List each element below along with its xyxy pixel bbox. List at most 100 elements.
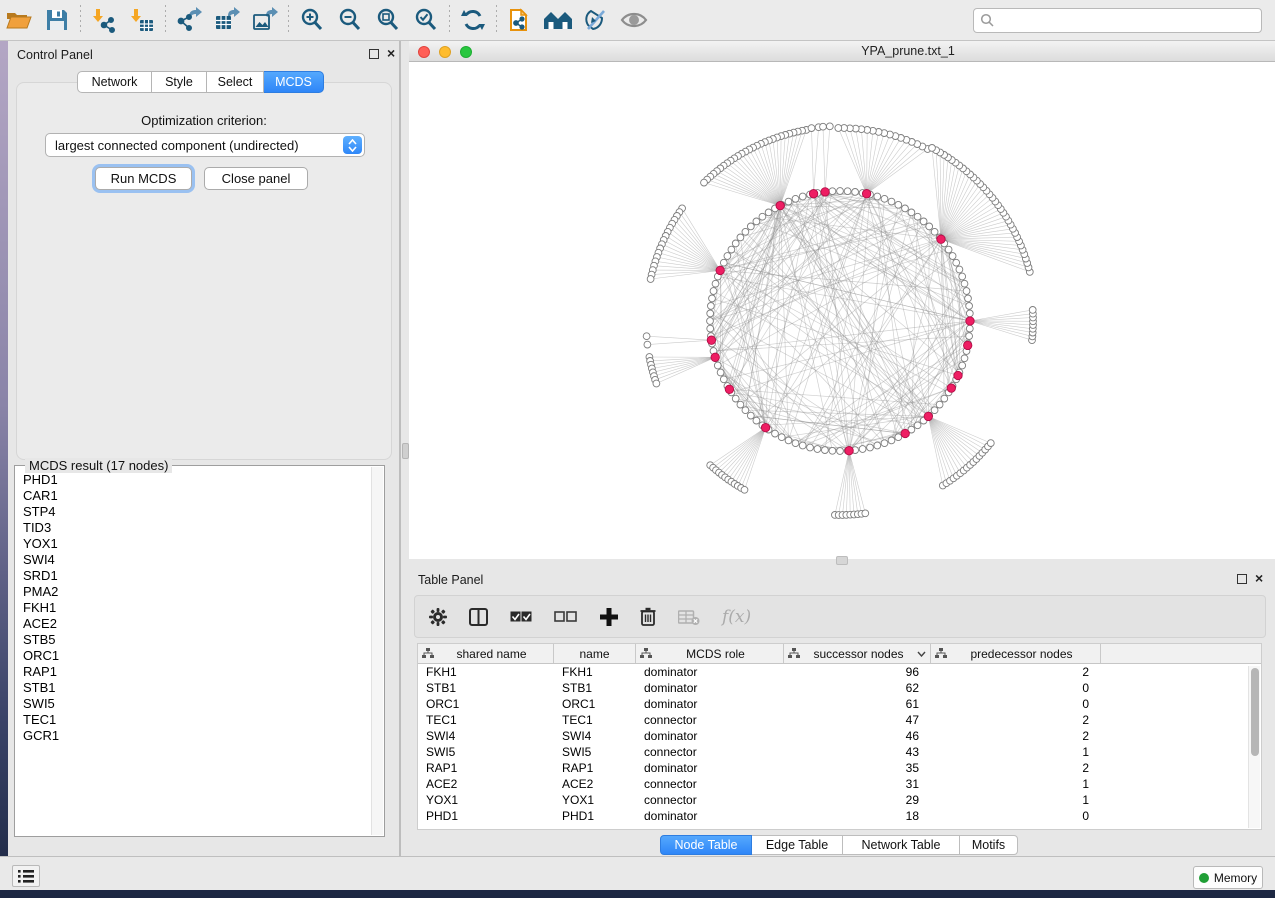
export-image-button[interactable] — [246, 3, 284, 37]
table-cell[interactable]: YOX1 — [418, 793, 554, 807]
graph-node[interactable] — [926, 223, 933, 230]
table-cell[interactable]: SWI4 — [418, 729, 554, 743]
graph-leaf-node[interactable] — [987, 440, 994, 447]
graph-node[interactable] — [792, 195, 799, 202]
table-cell[interactable]: 1 — [931, 777, 1101, 791]
graph-node[interactable] — [959, 362, 966, 369]
table-cell[interactable]: RAP1 — [554, 761, 636, 775]
table-cell[interactable]: ACE2 — [554, 777, 636, 791]
table-scrollbar[interactable] — [1248, 666, 1260, 828]
graph-node[interactable] — [709, 295, 716, 302]
mcds-result-item[interactable]: TID3 — [16, 520, 371, 536]
graph-node[interactable] — [737, 401, 744, 408]
graph-leaf-node[interactable] — [701, 179, 708, 186]
graph-node[interactable] — [941, 395, 948, 402]
table-cell[interactable]: TEC1 — [554, 713, 636, 727]
splitter-handle[interactable] — [836, 556, 848, 565]
graph-node[interactable] — [829, 447, 836, 454]
tab-motifs[interactable]: Motifs — [960, 835, 1018, 855]
graph-mcds-hub-node[interactable] — [954, 371, 962, 379]
table-cell[interactable]: connector — [636, 713, 784, 727]
graph-node[interactable] — [785, 198, 792, 205]
column-header-shared-name[interactable]: shared name — [418, 644, 554, 663]
graph-node[interactable] — [807, 444, 814, 451]
graph-node[interactable] — [792, 440, 799, 447]
column-header-mcds-role[interactable]: MCDS role — [636, 644, 784, 663]
graph-node[interactable] — [966, 310, 973, 317]
table-cell[interactable]: dominator — [636, 761, 784, 775]
graph-node[interactable] — [785, 437, 792, 444]
table-cell[interactable]: 46 — [784, 729, 931, 743]
graph-mcds-hub-node[interactable] — [776, 201, 784, 209]
add-column-button[interactable] — [600, 608, 618, 626]
table-cell[interactable]: 0 — [931, 681, 1101, 695]
table-cell[interactable]: ORC1 — [554, 697, 636, 711]
graph-node[interactable] — [710, 288, 717, 295]
save-session-button[interactable] — [38, 3, 76, 37]
graph-node[interactable] — [799, 193, 806, 200]
table-cell[interactable]: FKH1 — [418, 665, 554, 679]
graph-node[interactable] — [778, 434, 785, 441]
table-cell[interactable]: connector — [636, 745, 784, 759]
table-cell[interactable]: 1 — [931, 793, 1101, 807]
tab-edge-table[interactable]: Edge Table — [752, 835, 843, 855]
table-cell[interactable]: 61 — [784, 697, 931, 711]
graph-leaf-node[interactable] — [826, 123, 833, 130]
graph-node[interactable] — [936, 401, 943, 408]
graph-mcds-hub-node[interactable] — [966, 317, 974, 325]
table-row[interactable]: PHD1PHD1dominator180 — [418, 808, 1261, 824]
graph-mcds-hub-node[interactable] — [716, 266, 724, 274]
graph-node[interactable] — [961, 280, 968, 287]
graph-node[interactable] — [747, 412, 754, 419]
graph-node[interactable] — [814, 446, 821, 453]
mcds-result-item[interactable]: RAP1 — [16, 664, 371, 680]
table-row[interactable]: FKH1FKH1dominator962 — [418, 664, 1261, 680]
toggle-column-panel-button[interactable] — [469, 608, 488, 626]
table-cell[interactable]: dominator — [636, 809, 784, 823]
table-cell[interactable]: connector — [636, 777, 784, 791]
table-row[interactable]: ACE2ACE2connector311 — [418, 776, 1261, 792]
graph-node[interactable] — [720, 259, 727, 266]
table-cell[interactable]: dominator — [636, 665, 784, 679]
graph-node[interactable] — [963, 288, 970, 295]
graph-node[interactable] — [844, 188, 851, 195]
criterion-dropdown[interactable]: largest connected component (undirected) — [45, 133, 365, 157]
graph-leaf-node[interactable] — [862, 510, 869, 517]
graph-node[interactable] — [732, 240, 739, 247]
first-neighbors-button[interactable] — [539, 3, 577, 37]
graph-node[interactable] — [714, 362, 721, 369]
mcds-result-item[interactable]: STB1 — [16, 680, 371, 696]
graph-node[interactable] — [956, 266, 963, 273]
deselect-all-button[interactable] — [554, 611, 578, 623]
table-cell[interactable]: SWI4 — [554, 729, 636, 743]
graph-node[interactable] — [895, 434, 902, 441]
mcds-result-item[interactable]: YOX1 — [16, 536, 371, 552]
float-panel-button[interactable] — [369, 49, 379, 59]
graph-node[interactable] — [953, 259, 960, 266]
export-network-button[interactable] — [170, 3, 208, 37]
table-row[interactable]: YOX1YOX1connector291 — [418, 792, 1261, 808]
import-network-button[interactable] — [85, 3, 123, 37]
graph-node[interactable] — [945, 246, 952, 253]
graph-leaf-node[interactable] — [835, 125, 842, 132]
table-cell[interactable]: PHD1 — [418, 809, 554, 823]
memory-button[interactable]: Memory — [1193, 866, 1263, 889]
graph-mcds-hub-node[interactable] — [964, 341, 972, 349]
graph-node[interactable] — [859, 446, 866, 453]
table-row[interactable]: STB1STB1dominator620 — [418, 680, 1261, 696]
graph-node[interactable] — [959, 273, 966, 280]
table-cell[interactable]: STB1 — [554, 681, 636, 695]
table-cell[interactable]: 31 — [784, 777, 931, 791]
graph-mcds-hub-node[interactable] — [901, 429, 909, 437]
graph-node[interactable] — [874, 442, 881, 449]
close-panel-action-button[interactable]: Close panel — [204, 167, 308, 190]
table-row[interactable]: SWI5SWI5connector431 — [418, 744, 1261, 760]
run-mcds-button[interactable]: Run MCDS — [95, 167, 192, 190]
graph-node[interactable] — [712, 280, 719, 287]
column-header-name[interactable]: name — [554, 644, 636, 663]
mcds-result-item[interactable]: PMA2 — [16, 584, 371, 600]
graph-mcds-hub-node[interactable] — [937, 235, 945, 243]
graph-node[interactable] — [837, 188, 844, 195]
zoom-selected-button[interactable] — [407, 3, 445, 37]
show-panels-button[interactable] — [12, 865, 40, 887]
